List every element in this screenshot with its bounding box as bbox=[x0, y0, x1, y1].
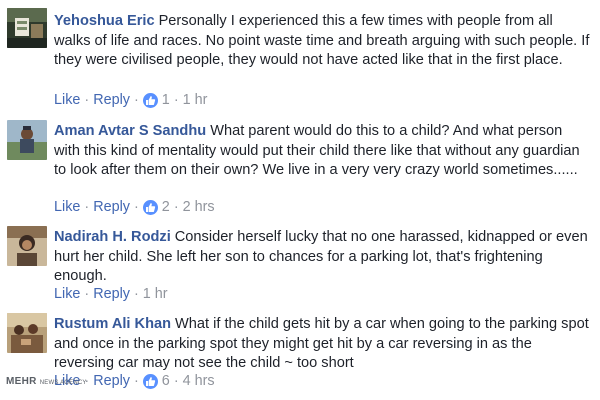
comment-author[interactable]: Yehoshua Eric bbox=[54, 13, 155, 29]
separator: · bbox=[84, 286, 90, 302]
comment-actions: Like · Reply · 1 · 1 hr bbox=[54, 92, 207, 108]
separator: · bbox=[134, 286, 139, 302]
separator: · bbox=[134, 199, 139, 215]
comment-author[interactable]: Nadirah H. Rodzi bbox=[54, 229, 171, 245]
separator: · bbox=[173, 199, 179, 215]
watermark-logo: MEHR NEWS AGENCY bbox=[6, 376, 87, 387]
avatar[interactable] bbox=[7, 120, 47, 160]
separator: · bbox=[84, 92, 90, 108]
like-reaction-icon[interactable] bbox=[142, 199, 158, 215]
profile-photo-icon bbox=[7, 8, 47, 48]
like-link[interactable]: Like bbox=[54, 286, 80, 302]
avatar[interactable] bbox=[7, 313, 47, 353]
reply-link[interactable]: Reply bbox=[93, 92, 130, 108]
comment-actions: Like · Reply · 1 hr bbox=[54, 286, 168, 302]
comment-actions: Like · Reply · 2 · 2 hrs bbox=[54, 199, 215, 215]
like-reaction-icon[interactable] bbox=[142, 92, 158, 108]
watermark-main: MEHR bbox=[6, 376, 37, 387]
reply-link[interactable]: Reply bbox=[93, 373, 130, 389]
reply-link[interactable]: Reply bbox=[93, 286, 130, 302]
reaction-count[interactable]: 2 bbox=[162, 199, 170, 215]
separator: · bbox=[173, 92, 179, 108]
avatar[interactable] bbox=[7, 8, 47, 48]
watermark-sub: NEWS AGENCY bbox=[39, 380, 87, 386]
separator: · bbox=[84, 199, 90, 215]
timestamp[interactable]: 1 hr bbox=[143, 286, 168, 302]
separator: · bbox=[134, 373, 139, 389]
timestamp[interactable]: 1 hr bbox=[183, 92, 208, 108]
like-link[interactable]: Like bbox=[54, 92, 80, 108]
profile-photo-icon bbox=[7, 226, 47, 266]
comment-author[interactable]: Aman Avtar S Sandhu bbox=[54, 123, 206, 139]
comment-thread: Yehoshua Eric Personally I experienced th… bbox=[0, 0, 600, 400]
separator: · bbox=[173, 373, 179, 389]
reaction-count[interactable]: 6 bbox=[162, 373, 170, 389]
profile-photo-icon bbox=[7, 120, 47, 160]
profile-photo-icon bbox=[7, 313, 47, 353]
comment-author[interactable]: Rustum Ali Khan bbox=[54, 316, 171, 332]
separator: · bbox=[134, 92, 139, 108]
timestamp[interactable]: 4 hrs bbox=[183, 373, 215, 389]
like-link[interactable]: Like bbox=[54, 199, 80, 215]
reaction-count[interactable]: 1 bbox=[162, 92, 170, 108]
avatar[interactable] bbox=[7, 226, 47, 266]
reply-link[interactable]: Reply bbox=[93, 199, 130, 215]
timestamp[interactable]: 2 hrs bbox=[183, 199, 215, 215]
like-reaction-icon[interactable] bbox=[142, 373, 158, 389]
